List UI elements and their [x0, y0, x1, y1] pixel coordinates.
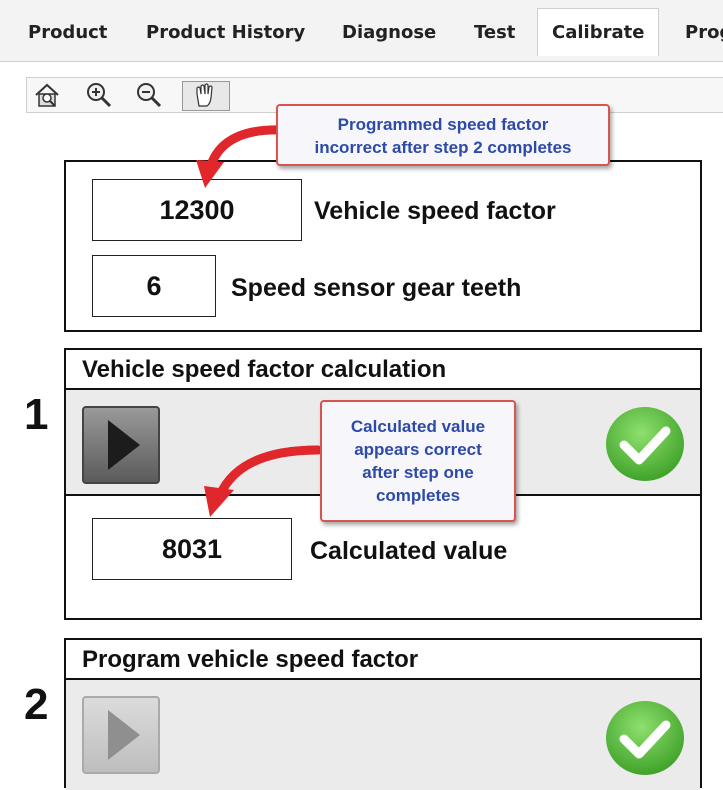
mid-arrow-icon [204, 445, 323, 517]
callout-programmed-speed-factor: Programmed speed factor incorrect after … [276, 104, 610, 166]
callout-mid-line1: Calculated value [350, 417, 486, 436]
callout-top-line1: Programmed speed factor [337, 115, 549, 134]
callout-mid-line4: completes [375, 486, 461, 505]
callout-calculated-value: Calculated value appears correct after s… [320, 400, 516, 522]
callout-top-line2: incorrect after step 2 completes [314, 138, 572, 157]
callout-mid-line2: appears correct [354, 440, 482, 459]
top-arrow-icon [196, 125, 287, 188]
callout-mid-line3: after step one [362, 463, 474, 482]
